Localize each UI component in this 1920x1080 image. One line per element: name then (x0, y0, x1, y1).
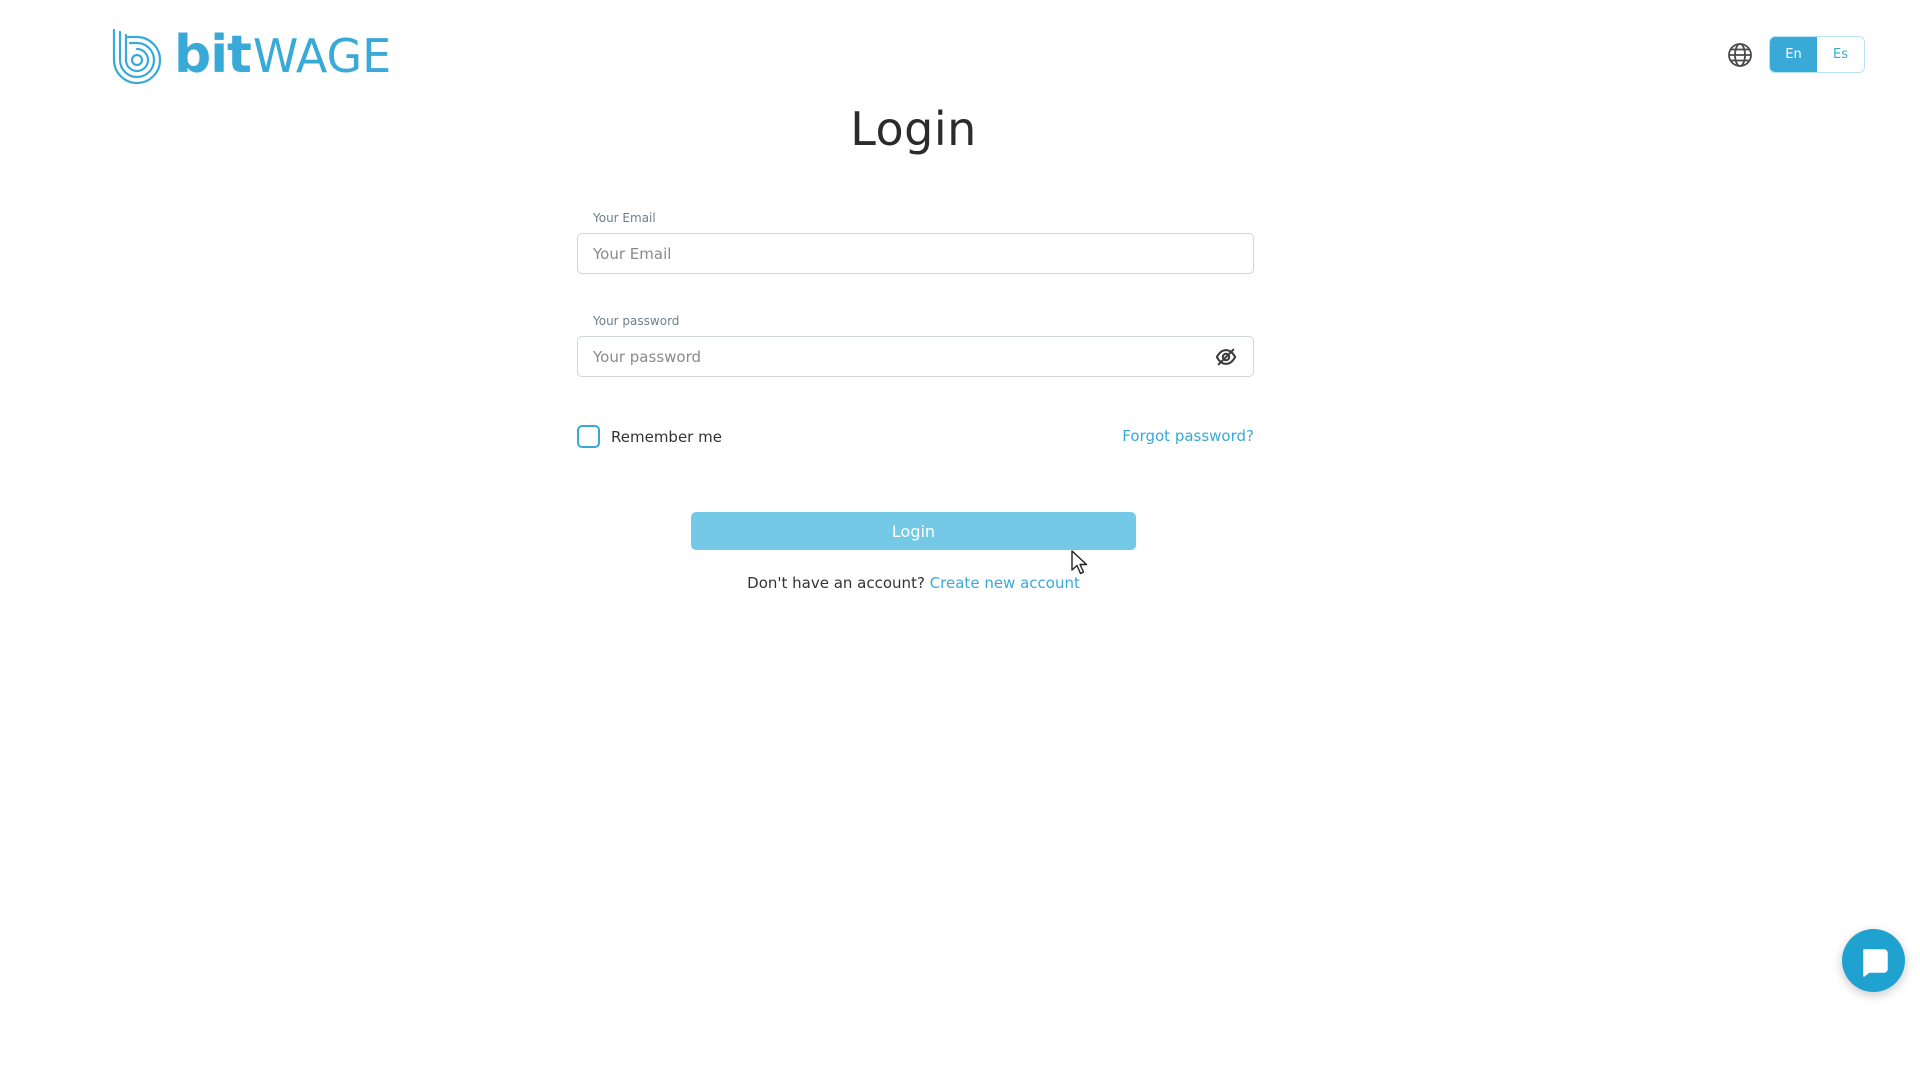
password-input[interactable] (578, 337, 1253, 376)
language-toggle: En Es (1769, 36, 1865, 73)
remember-me-label: Remember me (611, 427, 722, 446)
password-input-wrapper (577, 336, 1254, 377)
forgot-password-link[interactable]: Forgot password? (1122, 427, 1254, 445)
lang-option-en[interactable]: En (1770, 37, 1817, 72)
email-field-group: Your Email (577, 211, 1254, 274)
email-label: Your Email (593, 211, 656, 225)
password-label: Your password (593, 314, 680, 328)
brand-wage: WAGE (252, 29, 392, 83)
page-title: Login (850, 102, 977, 156)
eye-off-icon[interactable] (1215, 346, 1237, 368)
chat-widget-button[interactable] (1842, 929, 1905, 992)
bitwage-logo-icon (112, 28, 162, 84)
login-button[interactable]: Login (691, 512, 1136, 550)
password-field-group: Your password (577, 314, 1254, 377)
email-input[interactable] (578, 234, 1253, 273)
brand-logo[interactable]: bit WAGE (110, 26, 391, 84)
lang-option-es[interactable]: Es (1817, 37, 1864, 72)
chat-bubble-icon (1862, 948, 1888, 977)
language-selector: En Es (1727, 36, 1865, 73)
remember-me-checkbox[interactable] (577, 425, 600, 448)
signup-prompt: Don't have an account? Create new accoun… (0, 574, 1827, 592)
globe-icon[interactable] (1727, 42, 1753, 68)
signup-prompt-text: Don't have an account? (747, 574, 925, 592)
email-input-wrapper (577, 233, 1254, 274)
brand-wordmark: bit WAGE (174, 29, 391, 81)
brand-bit: bit (174, 25, 252, 85)
remember-me[interactable]: Remember me (577, 425, 722, 448)
mouse-cursor-icon (1071, 550, 1088, 575)
create-account-link[interactable]: Create new account (930, 574, 1080, 592)
login-page: bit WAGE En Es Login Your Email Your Ema… (0, 0, 1920, 1080)
